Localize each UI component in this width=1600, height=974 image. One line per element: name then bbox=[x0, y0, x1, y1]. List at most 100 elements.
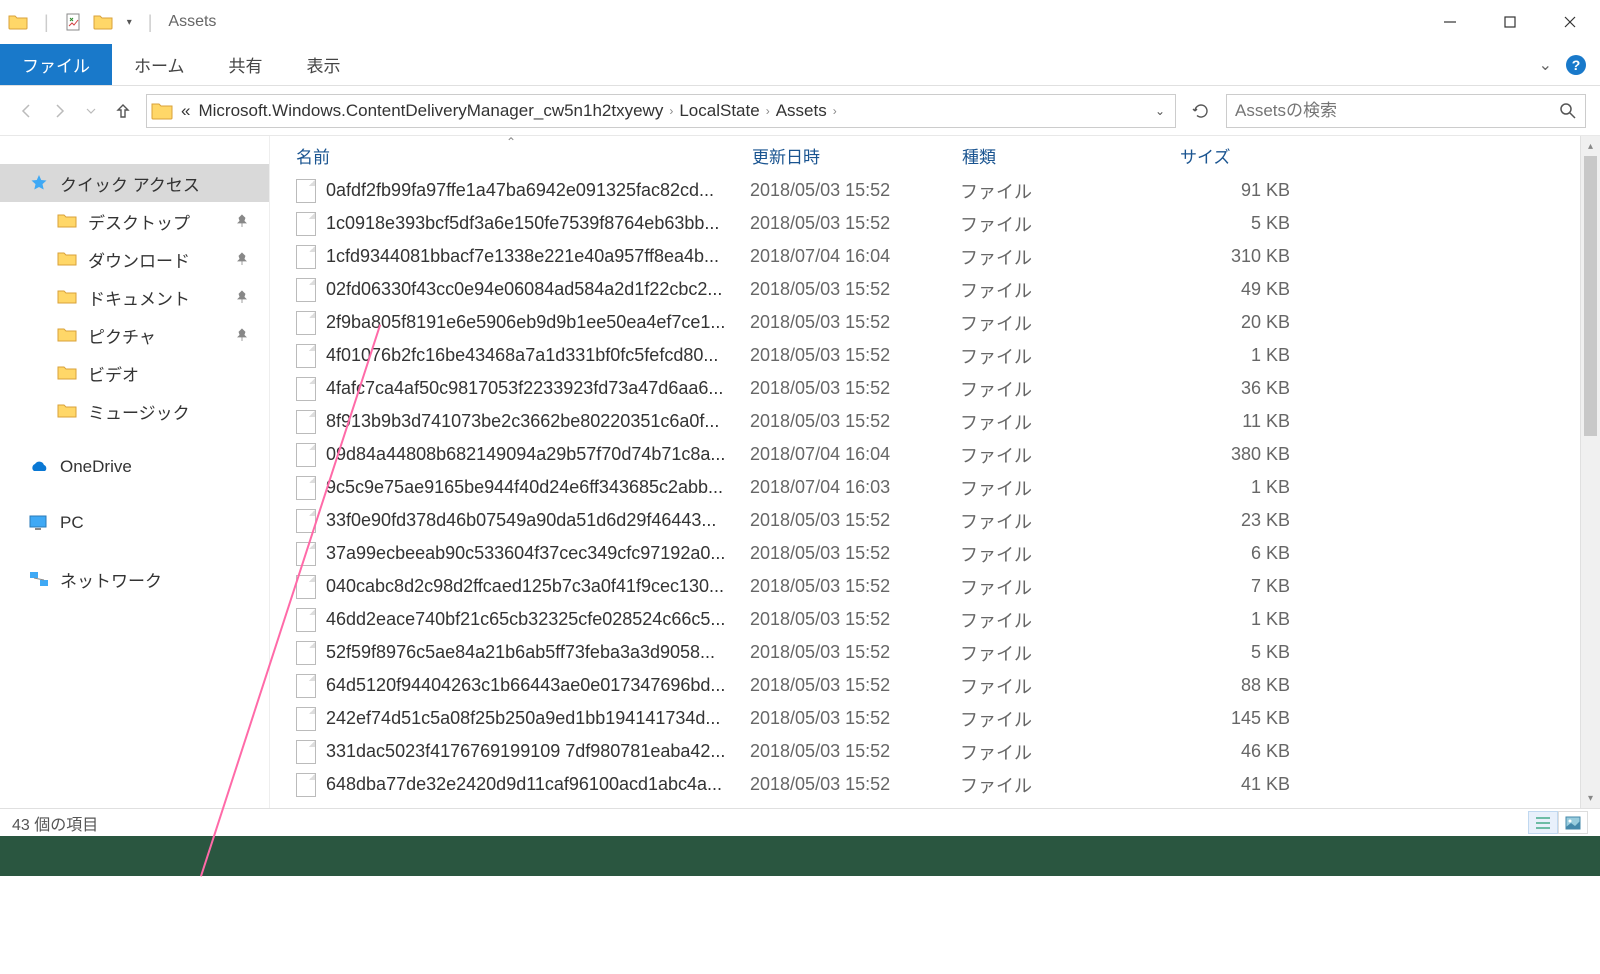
file-size: 145 KB bbox=[1178, 708, 1308, 729]
file-row[interactable]: 52f59f8976c5ae84a21b6ab5ff73feba3a3d9058… bbox=[270, 636, 1600, 669]
column-header-name[interactable]: 名前 ⌃ bbox=[296, 143, 752, 168]
sidebar-item-label: ピクチャ bbox=[88, 323, 156, 348]
file-type: ファイル bbox=[960, 673, 1178, 699]
file-icon bbox=[296, 212, 316, 236]
tab-home[interactable]: ホーム bbox=[112, 44, 207, 85]
tab-share[interactable]: 共有 bbox=[207, 44, 285, 85]
file-row[interactable]: 2f9ba805f8191e6e5906eb9d9b1ee50ea4ef7ce1… bbox=[270, 306, 1600, 339]
ribbon-expand-icon[interactable]: ⌄ bbox=[1539, 55, 1552, 75]
titlebar: | ▾ | Assets bbox=[0, 0, 1600, 44]
file-row[interactable]: 02fd06330f43cc0e94e06084ad584a2d1f22cbc2… bbox=[270, 273, 1600, 306]
history-dropdown-icon[interactable] bbox=[78, 98, 104, 124]
file-row[interactable]: 331dac5023f4176769199109 7df980781eaba42… bbox=[270, 735, 1600, 768]
search-input[interactable] bbox=[1235, 101, 1559, 121]
file-row[interactable]: 1cfd9344081bbacf7e1338e221e40a957ff8ea4b… bbox=[270, 240, 1600, 273]
file-row[interactable]: 9c5c9e75ae9165be944f40d24e6ff343685c2abb… bbox=[270, 471, 1600, 504]
address-bar[interactable]: « Microsoft.Windows.ContentDeliveryManag… bbox=[146, 94, 1176, 128]
close-button[interactable] bbox=[1540, 0, 1600, 44]
status-bar: 43 個の項目 bbox=[0, 808, 1600, 836]
address-dropdown-icon[interactable]: ⌄ bbox=[1149, 104, 1171, 118]
file-type: ファイル bbox=[960, 574, 1178, 600]
thumbnails-view-button[interactable] bbox=[1558, 811, 1588, 834]
search-box[interactable] bbox=[1226, 94, 1586, 128]
sidebar-item-onedrive[interactable]: OneDrive bbox=[0, 448, 269, 486]
chevron-right-icon[interactable]: › bbox=[831, 104, 839, 118]
file-row[interactable]: 64d5120f94404263c1b66443ae0e017347696bd.… bbox=[270, 669, 1600, 702]
file-name: 1c0918e393bcf5df3a6e150fe7539f8764eb63bb… bbox=[326, 213, 750, 234]
sidebar-item-documents[interactable]: ドキュメント bbox=[0, 278, 269, 316]
file-name: 242ef74d51c5a08f25b250a9ed1bb194141734d.… bbox=[326, 708, 750, 729]
file-name: 37a99ecbeeab90c533604f37cec349cfc97192a0… bbox=[326, 543, 750, 564]
file-type: ファイル bbox=[960, 310, 1178, 336]
sidebar-item-downloads[interactable]: ダウンロード bbox=[0, 240, 269, 278]
folder-icon bbox=[56, 326, 78, 344]
file-name: 64d5120f94404263c1b66443ae0e017347696bd.… bbox=[326, 675, 750, 696]
scroll-down-button[interactable]: ▾ bbox=[1581, 788, 1600, 808]
file-name: 2f9ba805f8191e6e5906eb9d9b1ee50ea4ef7ce1… bbox=[326, 312, 750, 333]
sidebar-item-network[interactable]: ネットワーク bbox=[0, 560, 269, 598]
file-name: 1cfd9344081bbacf7e1338e221e40a957ff8ea4b… bbox=[326, 246, 750, 267]
file-type: ファイル bbox=[960, 607, 1178, 633]
file-row[interactable]: 4fafc7ca4af50c9817053f2233923fd73a47d6aa… bbox=[270, 372, 1600, 405]
file-row[interactable]: 8f913b9b3d741073be2c3662be80220351c6a0f.… bbox=[270, 405, 1600, 438]
file-type: ファイル bbox=[960, 244, 1178, 270]
up-button[interactable] bbox=[110, 98, 136, 124]
file-name: 4f01076b2fc16be43468a7a1d331bf0fc5fefcd8… bbox=[326, 345, 750, 366]
scroll-thumb[interactable] bbox=[1584, 156, 1597, 436]
sidebar-item-videos[interactable]: ビデオ bbox=[0, 354, 269, 392]
file-date: 2018/05/03 15:52 bbox=[750, 642, 960, 663]
folder-icon bbox=[151, 102, 173, 120]
file-row[interactable]: 33f0e90fd378d46b07549a90da51d6d29f46443.… bbox=[270, 504, 1600, 537]
file-row[interactable]: 37a99ecbeeab90c533604f37cec349cfc97192a0… bbox=[270, 537, 1600, 570]
forward-button[interactable] bbox=[46, 98, 72, 124]
file-date: 2018/07/04 16:03 bbox=[750, 477, 960, 498]
sidebar-item-pictures[interactable]: ピクチャ bbox=[0, 316, 269, 354]
minimize-button[interactable] bbox=[1420, 0, 1480, 44]
file-row[interactable]: 648dba77de32e2420d9d11caf96100acd1abc4a.… bbox=[270, 768, 1600, 801]
file-size: 46 KB bbox=[1178, 741, 1308, 762]
maximize-button[interactable] bbox=[1480, 0, 1540, 44]
properties-icon[interactable] bbox=[65, 13, 83, 31]
help-icon[interactable]: ? bbox=[1566, 55, 1586, 75]
folder-icon bbox=[56, 250, 78, 268]
chevron-right-icon[interactable]: › bbox=[764, 104, 772, 118]
breadcrumb-item[interactable]: LocalState bbox=[675, 101, 763, 121]
back-button[interactable] bbox=[14, 98, 40, 124]
breadcrumb-item[interactable]: Microsoft.Windows.ContentDeliveryManager… bbox=[194, 101, 667, 121]
file-icon bbox=[296, 608, 316, 632]
sidebar-item-music[interactable]: ミュージック bbox=[0, 392, 269, 430]
sidebar-item-label: ミュージック bbox=[88, 399, 190, 424]
breadcrumb-item[interactable]: Assets bbox=[772, 101, 831, 121]
file-row[interactable]: 0afdf2fb99fa97ffe1a47ba6942e091325fac82c… bbox=[270, 174, 1600, 207]
sidebar-item-pc[interactable]: PC bbox=[0, 504, 269, 542]
refresh-button[interactable] bbox=[1186, 102, 1216, 120]
qat-folder-icon[interactable] bbox=[93, 14, 113, 30]
chevron-right-icon[interactable]: › bbox=[667, 104, 675, 118]
file-row[interactable]: 242ef74d51c5a08f25b250a9ed1bb194141734d.… bbox=[270, 702, 1600, 735]
column-header-size[interactable]: サイズ bbox=[1180, 143, 1600, 168]
vertical-scrollbar[interactable]: ▴ ▾ bbox=[1580, 136, 1600, 808]
sidebar-item-quick-access[interactable]: クイック アクセス bbox=[0, 164, 269, 202]
ribbon: ファイル ホーム 共有 表示 ⌄ ? bbox=[0, 44, 1600, 86]
sidebar-item-desktop[interactable]: デスクトップ bbox=[0, 202, 269, 240]
file-size: 88 KB bbox=[1178, 675, 1308, 696]
column-header-type[interactable]: 種類 bbox=[962, 143, 1180, 168]
file-row[interactable]: 46dd2eace740bf21c65cb32325cfe028524c66c5… bbox=[270, 603, 1600, 636]
file-row[interactable]: 4f01076b2fc16be43468a7a1d331bf0fc5fefcd8… bbox=[270, 339, 1600, 372]
file-size: 5 KB bbox=[1178, 213, 1308, 234]
breadcrumb-prefix[interactable]: « bbox=[177, 101, 194, 121]
file-icon bbox=[296, 773, 316, 797]
file-date: 2018/05/03 15:52 bbox=[750, 576, 960, 597]
qat-dropdown-icon[interactable]: ▾ bbox=[127, 17, 132, 28]
file-row[interactable]: 09d84a44808b682149094a29b57f70d74b71c8a.… bbox=[270, 438, 1600, 471]
tab-view[interactable]: 表示 bbox=[285, 44, 363, 85]
search-icon[interactable] bbox=[1559, 102, 1577, 120]
tab-file[interactable]: ファイル bbox=[0, 44, 112, 85]
scroll-up-button[interactable]: ▴ bbox=[1581, 136, 1600, 156]
file-row[interactable]: 040cabc8d2c98d2ffcaed125b7c3a0f41f9cec13… bbox=[270, 570, 1600, 603]
column-header-date[interactable]: 更新日時 bbox=[752, 143, 962, 168]
file-row[interactable]: 1c0918e393bcf5df3a6e150fe7539f8764eb63bb… bbox=[270, 207, 1600, 240]
file-date: 2018/05/03 15:52 bbox=[750, 708, 960, 729]
details-view-button[interactable] bbox=[1528, 811, 1558, 834]
bottom-bar bbox=[0, 836, 1600, 876]
